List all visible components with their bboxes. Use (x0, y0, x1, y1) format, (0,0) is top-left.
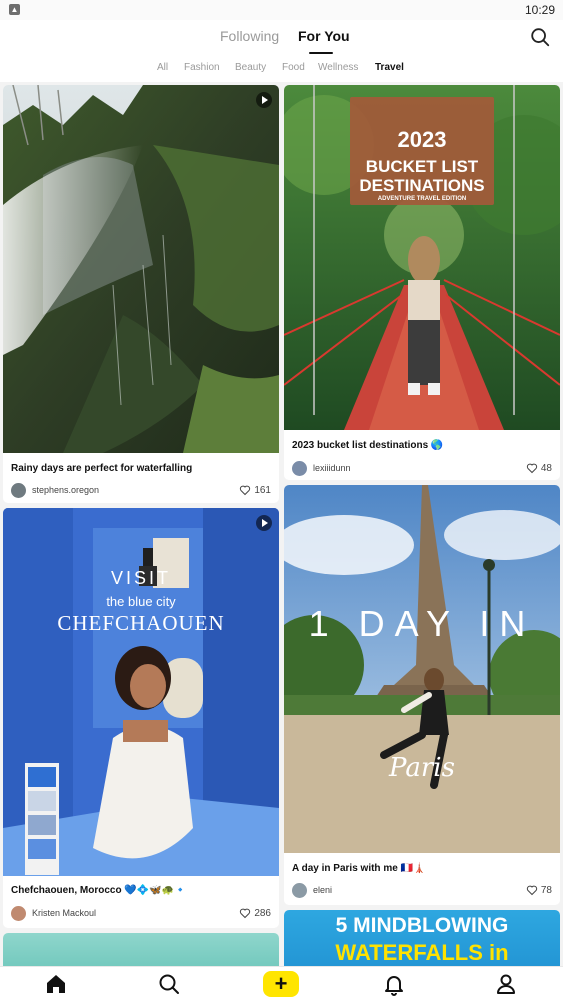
category-travel[interactable]: Travel (375, 62, 404, 73)
heart-icon (526, 885, 537, 896)
post-title: Chefchaouen, Morocco 💙💠🦋🐢🔹 (11, 885, 187, 896)
heart-icon (240, 485, 251, 496)
heart-icon (526, 463, 537, 474)
blue-city-photo (3, 508, 279, 876)
post-card-paris[interactable]: 1 DAY IN Paris A day in Paris with me 🇫🇷… (284, 485, 560, 905)
category-bar: All Fashion Beauty Food Wellness Travel (0, 58, 563, 80)
search-icon[interactable] (157, 972, 181, 996)
post-card-bucket-list[interactable]: 2023 BUCKET LIST DESTINATIONS ADVENTURE … (284, 85, 560, 480)
like-count: 48 (540, 462, 552, 474)
like-button[interactable]: 161 (239, 484, 271, 496)
bell-icon[interactable] (382, 972, 406, 996)
tab-following[interactable]: Following (220, 28, 279, 44)
heart-icon (240, 908, 251, 919)
feed-grid: Rainy days are perfect for waterfalling … (0, 82, 563, 966)
post-meta: stephens.oregon 161 (11, 483, 271, 499)
bottom-nav: + (0, 966, 563, 1000)
like-button[interactable]: 48 (526, 462, 552, 474)
overlay-blue-city: the blue city (106, 594, 176, 609)
overlay-title-year: 2023 (397, 127, 447, 152)
post-author[interactable]: stephens.oregon (32, 485, 99, 495)
create-post-button[interactable]: + (263, 971, 299, 997)
waterfall-photo (3, 85, 279, 453)
post-card-partial-pool[interactable] (3, 933, 279, 966)
post-meta: lexiiidunn 48 (292, 461, 552, 477)
avatar[interactable] (11, 906, 26, 921)
video-play-icon (256, 515, 272, 531)
like-count: 78 (540, 884, 552, 896)
overlay-waterfalls-in: WATERFALLS in (335, 940, 509, 965)
post-image (3, 933, 279, 966)
overlay-title-line3: DESTINATIONS (359, 176, 485, 195)
post-author[interactable]: eleni (313, 885, 332, 895)
post-author[interactable]: lexiiidunn (313, 463, 351, 473)
active-tab-indicator (309, 52, 333, 54)
post-image: VISIT the blue city CHEFCHAOUEN (3, 508, 279, 876)
post-title: 2023 bucket list destinations 🌎 (292, 440, 444, 451)
like-button[interactable]: 78 (526, 884, 552, 896)
post-image (3, 85, 279, 453)
plus-icon: + (274, 971, 288, 996)
eiffel-tower-photo (284, 485, 560, 853)
post-image: 5 MINDBLOWING WATERFALLS in (284, 910, 560, 966)
category-beauty[interactable]: Beauty (235, 62, 266, 73)
video-play-icon (256, 92, 272, 108)
post-title: Rainy days are perfect for waterfalling (11, 463, 193, 474)
home-icon[interactable] (44, 972, 68, 996)
status-bar: ▲ 10:29 (0, 0, 563, 20)
post-author[interactable]: Kristen Mackoul (32, 908, 96, 918)
post-meta: eleni 78 (292, 883, 552, 899)
overlay-visit: VISIT (110, 568, 171, 588)
overlay-paris: Paris (389, 753, 455, 783)
post-meta: Kristen Mackoul 286 (11, 906, 271, 922)
like-count: 286 (254, 907, 271, 919)
post-card-waterfall[interactable]: Rainy days are perfect for waterfalling … (3, 85, 279, 503)
overlay-one-day-in: 1 DAY IN (308, 603, 536, 644)
top-nav: Following For You (0, 20, 563, 56)
notification-icon: ▲ (9, 4, 20, 15)
post-card-chefchaouen[interactable]: VISIT the blue city CHEFCHAOUEN Chefchao… (3, 508, 279, 928)
category-food[interactable]: Food (282, 62, 305, 73)
post-card-partial-waterfalls[interactable]: 5 MINDBLOWING WATERFALLS in (284, 910, 560, 966)
avatar[interactable] (292, 461, 307, 476)
overlay-mindblowing: 5 MINDBLOWING (335, 914, 509, 937)
tab-for-you[interactable]: For You (298, 28, 350, 44)
status-time: 10:29 (524, 3, 555, 17)
like-count: 161 (254, 484, 271, 496)
overlay-title-line2: BUCKET LIST (365, 157, 479, 176)
avatar[interactable] (292, 883, 307, 898)
search-icon[interactable] (529, 26, 551, 48)
overlay-subtitle: ADVENTURE TRAVEL EDITION (377, 196, 467, 202)
post-image: 1 DAY IN Paris (284, 485, 560, 853)
profile-icon[interactable] (494, 972, 518, 996)
avatar[interactable] (11, 483, 26, 498)
like-button[interactable]: 286 (239, 907, 271, 919)
category-fashion[interactable]: Fashion (184, 62, 220, 73)
category-all[interactable]: All (157, 62, 168, 73)
post-title: A day in Paris with me 🇫🇷🗼 (292, 863, 426, 874)
overlay-chefchaouen: CHEFCHAOUEN (57, 611, 225, 635)
category-wellness[interactable]: Wellness (318, 62, 358, 73)
post-image: 2023 BUCKET LIST DESTINATIONS ADVENTURE … (284, 85, 560, 430)
